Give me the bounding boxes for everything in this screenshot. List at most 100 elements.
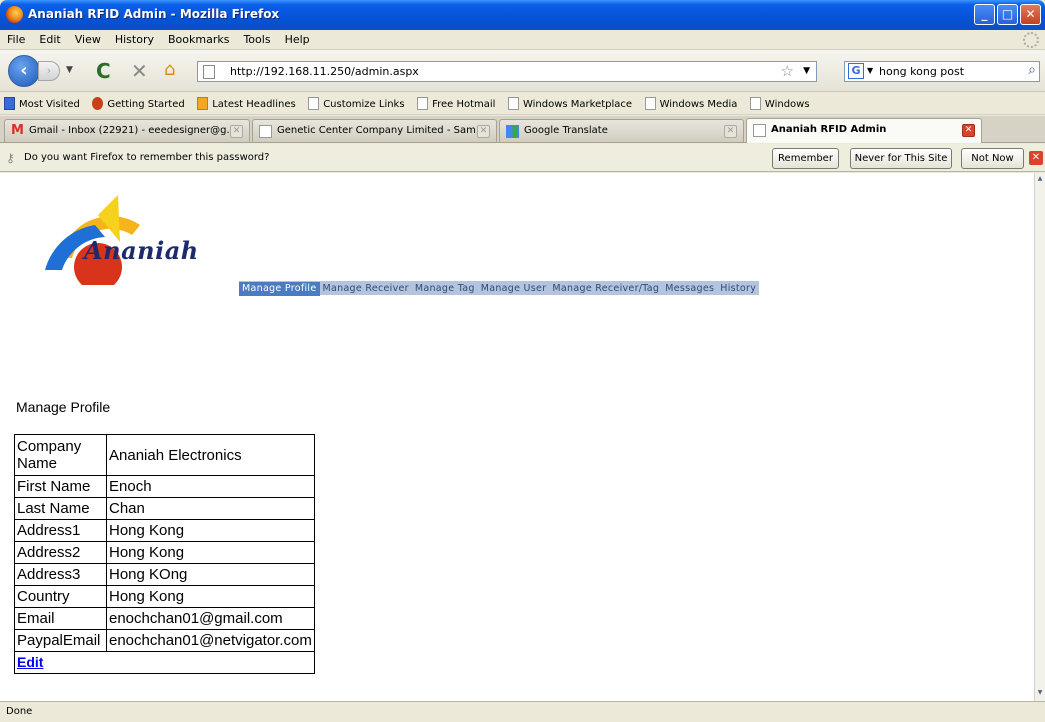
close-notification-icon[interactable]: ✕ xyxy=(1029,151,1043,165)
nav-manage-user[interactable]: Manage User xyxy=(478,282,550,296)
tab-label: Genetic Center Company Limited - Sam... xyxy=(277,125,486,136)
search-icon[interactable]: ⌕ xyxy=(1028,62,1036,78)
field-label-address2: Address2 xyxy=(14,541,107,564)
field-label-country: Country xyxy=(14,585,107,608)
search-bar[interactable]: G ▼ hong kong post ⌕ xyxy=(844,61,1040,82)
field-value-address3: Hong KOng xyxy=(106,563,315,586)
bookmark-windows-media[interactable]: Windows Media xyxy=(641,93,743,110)
bookmark-windows[interactable]: Windows xyxy=(746,93,815,110)
nav-history[interactable]: History xyxy=(717,282,759,296)
nav-manage-receiver[interactable]: Manage Receiver xyxy=(320,282,412,296)
close-tab-icon[interactable]: ✕ xyxy=(230,125,243,138)
menu-edit[interactable]: Edit xyxy=(32,30,67,49)
close-window-button[interactable]: ✕ xyxy=(1020,4,1041,25)
edit-link[interactable]: Edit xyxy=(17,654,43,670)
status-text: Done xyxy=(6,706,33,717)
most-visited-icon xyxy=(4,97,15,110)
menu-bar: File Edit View History Bookmarks Tools Help xyxy=(0,30,1045,50)
scroll-up-icon[interactable]: ▲ xyxy=(1035,175,1045,185)
tab-label: Ananiah RFID Admin xyxy=(771,124,887,135)
field-label-paypal-email: PaypalEmail xyxy=(14,629,107,652)
navigation-toolbar: ‹ › ▼ C ✕ ⌂ http://192.168.11.250/admin.… xyxy=(0,50,1045,92)
field-value-address2: Hong Kong xyxy=(106,541,315,564)
table-row: Address2 Hong Kong xyxy=(14,541,315,564)
field-label-email: Email xyxy=(14,607,107,630)
edit-cell: Edit xyxy=(14,651,315,674)
nav-messages[interactable]: Messages xyxy=(662,282,717,296)
page-icon xyxy=(259,125,272,138)
nav-manage-tag[interactable]: Manage Tag xyxy=(412,282,478,296)
table-row: Address1 Hong Kong xyxy=(14,519,315,542)
stop-icon[interactable]: ✕ xyxy=(131,59,148,83)
menu-help[interactable]: Help xyxy=(278,30,317,49)
throbber-icon xyxy=(1023,32,1039,48)
bookmark-most-visited[interactable]: Most Visited xyxy=(0,93,85,110)
key-icon: ⚷ xyxy=(6,151,15,165)
tab-gmail[interactable]: M Gmail - Inbox (22921) - eeedesigner@g.… xyxy=(4,119,250,142)
field-label-last-name: Last Name xyxy=(14,497,107,520)
search-engine-dropdown-icon[interactable]: ▼ xyxy=(867,66,873,75)
field-value-email: enochchan01@gmail.com xyxy=(106,607,315,630)
tab-label: Gmail - Inbox (22921) - eeedesigner@g... xyxy=(29,125,237,136)
url-bar[interactable]: http://192.168.11.250/admin.aspx ☆ ▼ xyxy=(197,61,817,82)
never-for-this-site-button[interactable]: Never for This Site xyxy=(850,148,952,169)
status-bar: Done xyxy=(0,701,1045,722)
forward-button[interactable]: › xyxy=(38,61,60,81)
google-icon[interactable]: G xyxy=(848,63,864,79)
menu-view[interactable]: View xyxy=(68,30,108,49)
bookmark-customize-links[interactable]: Customize Links xyxy=(304,93,409,110)
menu-bookmarks[interactable]: Bookmarks xyxy=(161,30,236,49)
field-value-country: Hong Kong xyxy=(106,585,315,608)
bookmarks-toolbar: Most Visited Getting Started Latest Head… xyxy=(0,93,1045,115)
page-icon xyxy=(308,97,320,110)
reload-icon[interactable]: C xyxy=(96,59,111,83)
scroll-down-icon[interactable]: ▼ xyxy=(1035,689,1045,699)
table-row: PaypalEmail enochchan01@netvigator.com xyxy=(14,629,315,652)
menu-history[interactable]: History xyxy=(108,30,161,49)
tab-strip: M Gmail - Inbox (22921) - eeedesigner@g.… xyxy=(0,116,1045,143)
profile-table: Company Name Ananiah Electronics First N… xyxy=(14,434,315,674)
remember-button[interactable]: Remember xyxy=(772,148,839,169)
nav-manage-profile[interactable]: Manage Profile xyxy=(239,282,320,296)
notification-message: Do you want Firefox to remember this pas… xyxy=(24,152,270,163)
window-titlebar[interactable]: Ananiah RFID Admin - Mozilla Firefox _ □… xyxy=(0,0,1045,30)
url-text[interactable]: http://192.168.11.250/admin.aspx xyxy=(230,65,419,78)
field-label-first-name: First Name xyxy=(14,475,107,498)
field-value-address1: Hong Kong xyxy=(106,519,315,542)
page-icon xyxy=(203,65,215,79)
home-icon[interactable]: ⌂ xyxy=(164,59,175,80)
search-input[interactable]: hong kong post xyxy=(879,65,964,78)
menu-tools[interactable]: Tools xyxy=(236,30,277,49)
page-icon xyxy=(507,97,519,110)
tab-ananiah-rfid-admin[interactable]: Ananiah RFID Admin ✕ xyxy=(746,118,982,143)
close-tab-icon[interactable]: ✕ xyxy=(724,125,737,138)
not-now-button[interactable]: Not Now xyxy=(961,148,1024,169)
firefox-icon xyxy=(6,6,23,23)
history-dropdown-icon[interactable]: ▼ xyxy=(66,65,73,75)
maximize-button[interactable]: □ xyxy=(997,4,1018,25)
close-tab-icon[interactable]: ✕ xyxy=(962,124,975,137)
tab-label: Google Translate xyxy=(524,125,608,136)
tab-genetic-center[interactable]: Genetic Center Company Limited - Sam... … xyxy=(252,119,497,142)
bookmark-windows-marketplace[interactable]: Windows Marketplace xyxy=(504,93,637,110)
window-title: Ananiah RFID Admin - Mozilla Firefox xyxy=(28,7,280,21)
table-row: Country Hong Kong xyxy=(14,585,315,608)
vertical-scrollbar[interactable]: ▲ ▼ xyxy=(1034,173,1045,701)
bookmark-star-icon[interactable]: ☆ xyxy=(781,62,794,80)
close-tab-icon[interactable]: ✕ xyxy=(477,125,490,138)
firefox-icon xyxy=(92,97,104,110)
field-label-address1: Address1 xyxy=(14,519,107,542)
tab-google-translate[interactable]: Google Translate ✕ xyxy=(499,119,744,142)
google-translate-icon xyxy=(506,125,519,138)
bookmark-latest-headlines[interactable]: Latest Headlines xyxy=(193,93,301,110)
page-icon xyxy=(644,97,656,110)
nav-manage-receiver-tag[interactable]: Manage Receiver/Tag xyxy=(549,282,662,296)
password-notification-bar: ⚷ Do you want Firefox to remember this p… xyxy=(0,144,1045,172)
bookmark-free-hotmail[interactable]: Free Hotmail xyxy=(413,93,500,110)
back-button[interactable]: ‹ xyxy=(8,55,40,87)
url-dropdown-icon[interactable]: ▼ xyxy=(803,66,810,76)
menu-file[interactable]: File xyxy=(0,30,32,49)
minimize-button[interactable]: _ xyxy=(974,4,995,25)
bookmark-getting-started[interactable]: Getting Started xyxy=(88,93,189,110)
gmail-icon: M xyxy=(11,123,24,138)
